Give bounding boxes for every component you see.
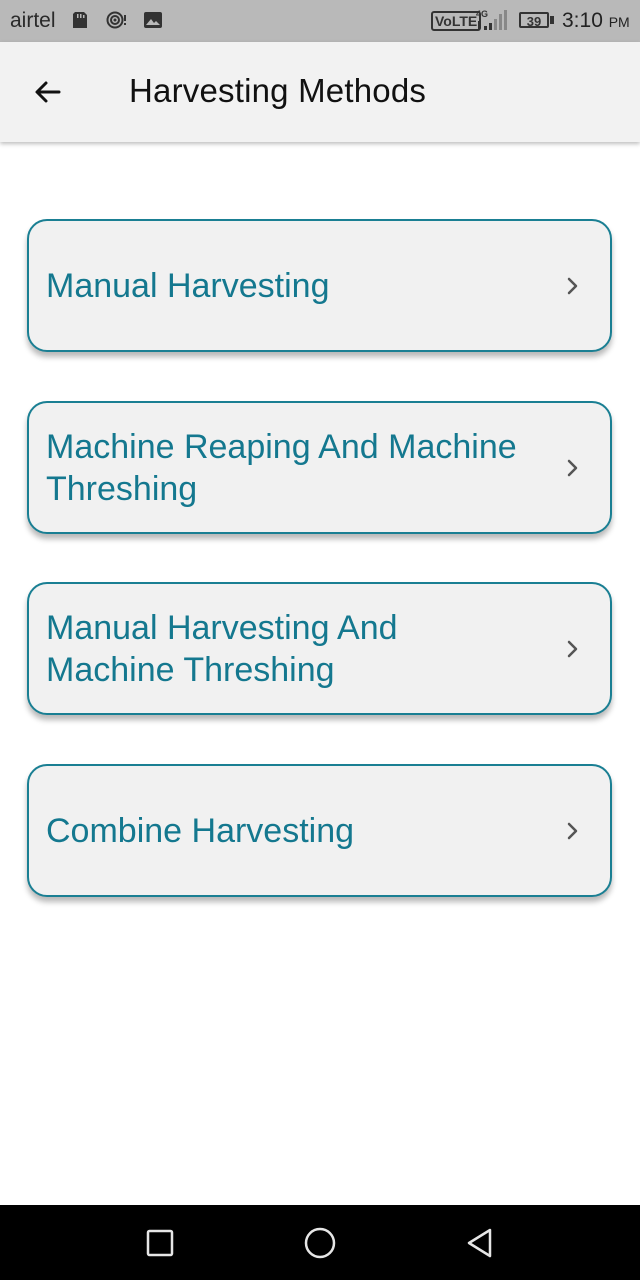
method-card-label: Machine Reaping And Machine Threshing [46, 427, 517, 508]
method-card-label: Combine Harvesting [46, 811, 355, 850]
method-card-label: Manual Harvesting [46, 266, 330, 305]
method-card-label: Manual Harvesting And Machine Threshing [46, 608, 398, 689]
screen: airtel VoLTE 4G 39 3:10 PM Harvesting Me… [0, 0, 640, 1280]
navigation-bar [0, 1205, 640, 1280]
network-type-label: 4G [476, 9, 488, 19]
back-triangle-icon [467, 1228, 492, 1258]
battery-level: 39 [526, 14, 542, 29]
status-bar: airtel VoLTE 4G 39 3:10 PM [0, 0, 640, 42]
system-back-button[interactable] [462, 1225, 498, 1261]
signal-icon: 4G [476, 9, 507, 30]
chevron-right-icon [567, 640, 578, 657]
volte-badge: VoLTE [431, 11, 482, 31]
home-button[interactable] [302, 1225, 338, 1261]
method-card-manual-harvesting[interactable]: Manual Harvesting [27, 219, 612, 352]
clock: 3:10 PM [562, 9, 630, 33]
chevron-right-icon [567, 277, 578, 294]
chevron-right-icon [567, 459, 578, 476]
sd-card-icon [73, 12, 87, 28]
carrier-name: airtel [10, 9, 56, 32]
gallery-icon [144, 12, 162, 28]
recents-button[interactable] [142, 1225, 178, 1261]
arrow-left-icon [35, 81, 61, 103]
hotspot-icon [106, 11, 126, 29]
chevron-right-icon [567, 822, 578, 839]
battery-icon: 39 [519, 12, 549, 29]
app-bar: Harvesting Methods [0, 42, 640, 142]
clock-ampm: PM [608, 14, 630, 30]
method-card-manual-harvesting-machine-threshing[interactable]: Manual Harvesting And Machine Threshing [27, 582, 612, 715]
battery-tip [550, 16, 554, 24]
method-card-machine-reaping-machine-threshing[interactable]: Machine Reaping And Machine Threshing [27, 401, 612, 534]
clock-time: 3:10 [562, 9, 603, 32]
page-title: Harvesting Methods [129, 72, 427, 109]
method-card-combine-harvesting[interactable]: Combine Harvesting [27, 764, 612, 897]
back-button[interactable] [20, 64, 76, 120]
home-circle-icon [304, 1227, 336, 1259]
recents-square-icon [146, 1229, 174, 1257]
